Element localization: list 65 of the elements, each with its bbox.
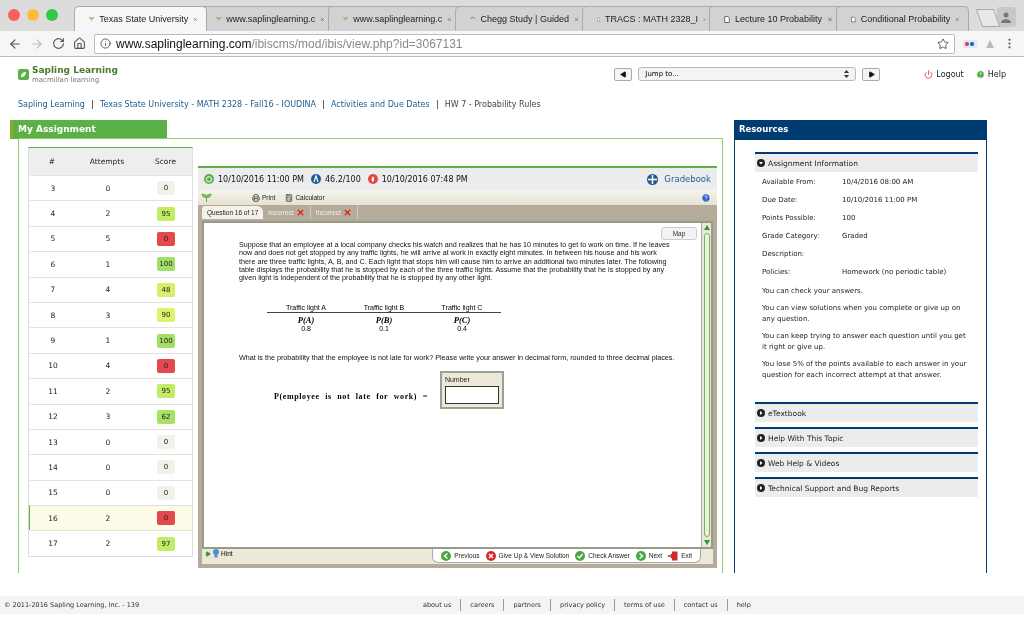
browser-tab[interactable]: Conditional Probability <box>836 6 969 31</box>
cross-icon <box>295 208 305 217</box>
help-link[interactable]: Help <box>975 69 1006 79</box>
score-text: 46.2/100 <box>325 174 361 184</box>
profile-button[interactable] <box>996 7 1016 27</box>
updown-arrow-icon <box>844 70 850 78</box>
down-caret-icon <box>757 159 765 167</box>
probability-symbol: P(A) <box>296 315 316 326</box>
breadcrumb-link[interactable]: Texas State University - MATH 2328 - Fall16 - IOUDINA <box>91 99 324 109</box>
page-icon <box>724 13 730 25</box>
right-caret-icon <box>757 409 765 417</box>
right-triangle-icon <box>205 550 211 557</box>
down-triangle-icon <box>703 540 710 545</box>
ribbon-icon <box>311 174 321 184</box>
up-triangle-icon <box>703 225 710 230</box>
breadcrumb-link[interactable]: Activities and Due Dates <box>323 99 437 109</box>
breadcrumb-link[interactable]: Sapling Learning <box>18 99 92 109</box>
forward-icon[interactable] <box>30 36 44 51</box>
leaf-icon <box>216 14 222 24</box>
equation: P(employee is not late for work) = <box>274 392 428 402</box>
cross-icon <box>342 208 352 217</box>
right-caret-icon <box>757 484 765 492</box>
gradebook-link[interactable]: Gradebook <box>647 173 711 185</box>
logout-link[interactable]: Logout <box>924 69 964 79</box>
right-caret-icon <box>757 434 765 442</box>
section-title: Resources <box>734 120 987 140</box>
power-icon <box>924 69 934 79</box>
probability-symbol: P(C) <box>452 315 472 326</box>
exit-door-icon <box>668 550 679 561</box>
new-tab-button[interactable] <box>975 9 1001 27</box>
home-icon[interactable] <box>73 37 86 50</box>
close-window-dot[interactable] <box>8 9 20 21</box>
back-icon[interactable] <box>8 36 22 51</box>
scrollbar[interactable] <box>701 223 711 547</box>
address-field[interactable]: www.saplinglearning.com/ibiscms/mod/ibis/view.php?id=3067131 <box>94 33 955 54</box>
bookmark-star-icon[interactable] <box>937 37 949 50</box>
right-triangle-icon <box>867 70 875 78</box>
probability-symbol: P(B) <box>374 315 394 326</box>
calculator-icon <box>285 193 294 202</box>
section-title: My Assignment <box>10 120 167 139</box>
extension-icon[interactable] <box>963 39 977 48</box>
printer-icon <box>252 193 260 202</box>
logo-icon <box>18 68 29 80</box>
next-button[interactable] <box>862 67 881 81</box>
help-icon <box>975 69 985 79</box>
reload-icon[interactable] <box>52 37 65 50</box>
leaf-icon <box>201 192 212 203</box>
due-date: 10/10/2016 11:00 PM <box>218 174 304 184</box>
browser-tab[interactable]: Texas State University <box>74 6 207 31</box>
leaf-icon <box>89 14 95 24</box>
info-icon <box>100 38 111 49</box>
submitted-date: 10/10/2016 07:48 PM <box>381 174 468 184</box>
help-icon[interactable] <box>701 192 711 203</box>
person-icon <box>1000 11 1013 23</box>
page-icon <box>851 13 856 25</box>
previous-button[interactable] <box>614 67 633 81</box>
left-triangle-icon <box>619 70 627 78</box>
lightbulb-icon <box>213 549 219 558</box>
logo-text: Sapling Learning <box>32 64 118 75</box>
close-icon[interactable] <box>827 14 833 24</box>
minimize-window-dot[interactable] <box>27 9 39 21</box>
maximize-window-dot[interactable] <box>46 9 58 21</box>
right-caret-icon <box>757 459 765 467</box>
breadcrumb-link[interactable]: HW 7 - Probability Rules <box>436 99 548 109</box>
leaf-icon <box>343 14 349 24</box>
